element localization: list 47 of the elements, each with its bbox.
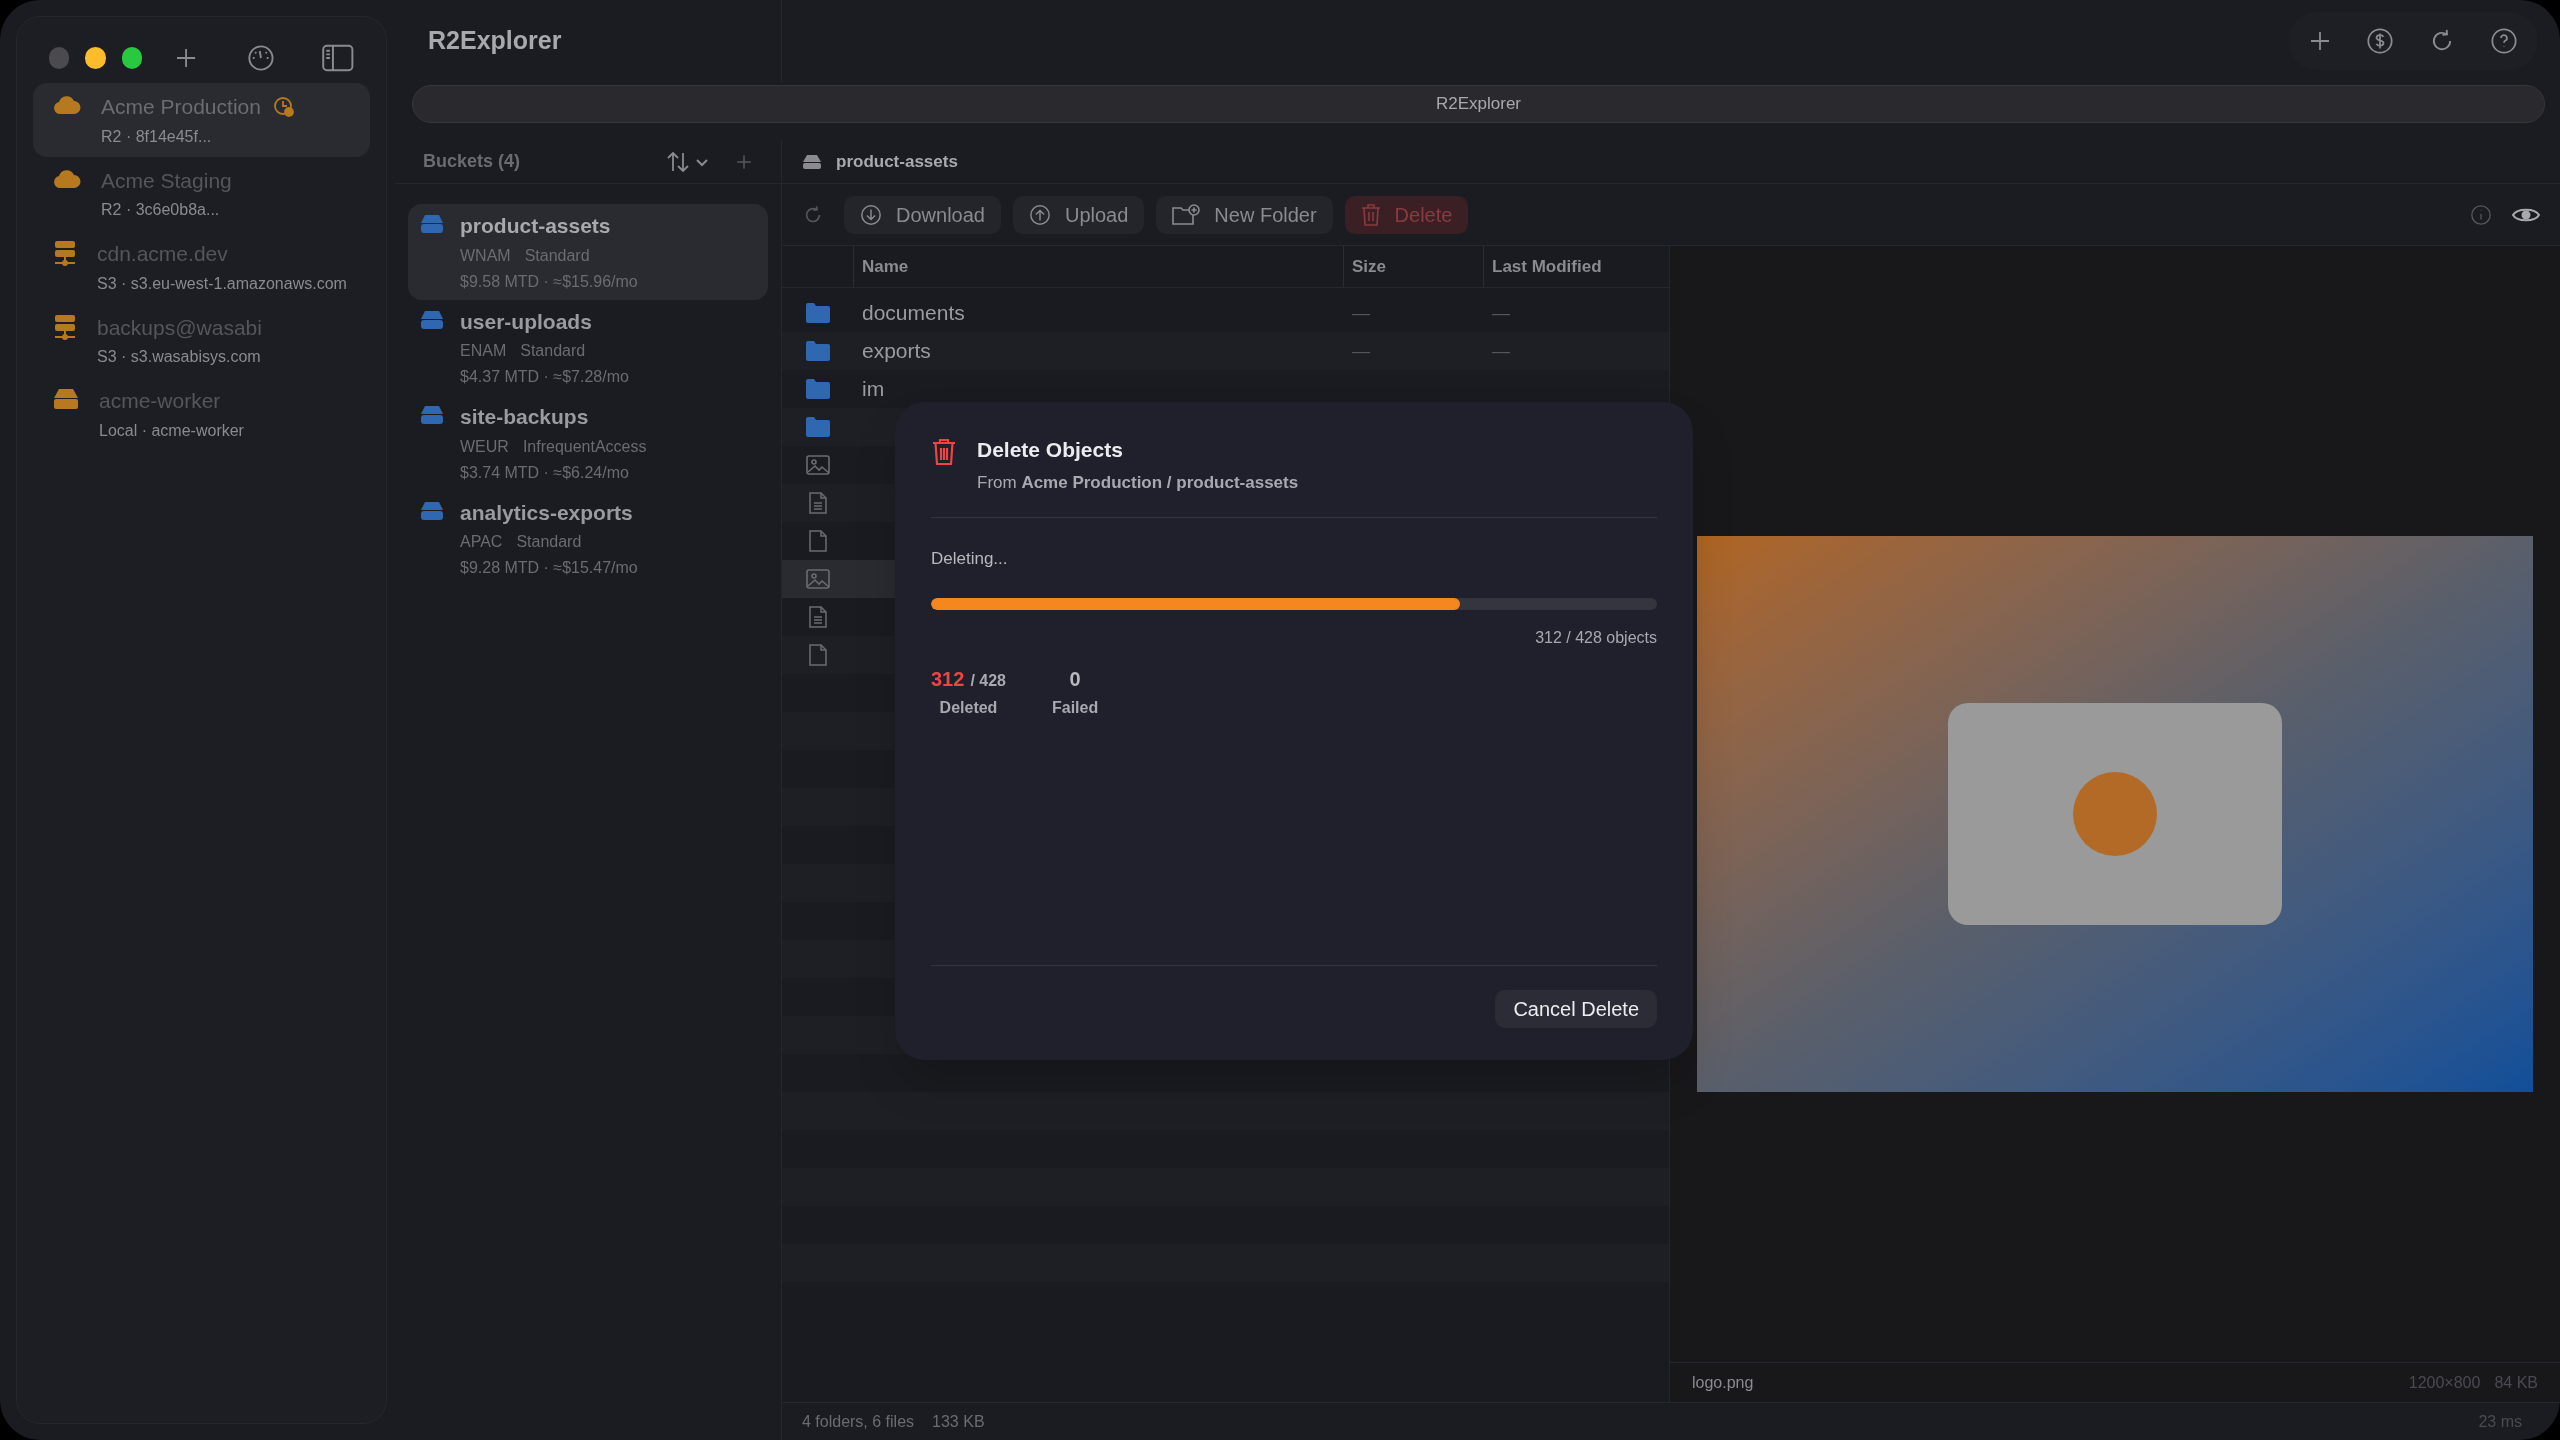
bucket-cost: $4.37 MTD · ≈$7.28/mo — [460, 367, 630, 387]
section-title: Buckets (4) — [423, 150, 521, 173]
account-name: Acme Production — [101, 94, 261, 120]
dialog-title: Delete Objects — [977, 437, 1124, 463]
status-text: Deleting... — [931, 548, 1008, 570]
bucket-name: product-assets — [460, 213, 612, 239]
account-name: acme-worker — [99, 388, 221, 414]
account-detail: R2 · 3c6e0b8a... — [101, 200, 221, 220]
account-name: Acme Staging — [101, 167, 232, 194]
account-name: cdn.acme.dev — [97, 241, 228, 267]
storage-class: InfrequentAccess — [522, 436, 647, 457]
file-size: — — [1352, 302, 1370, 323]
account-detail: Local · acme-worker — [99, 420, 244, 441]
file-name: documents — [862, 301, 965, 325]
account-detail: R2 · 8f14e45f... — [101, 126, 213, 147]
storage-class: Standard — [524, 245, 590, 266]
stat-value: 0 — [1069, 666, 1081, 692]
file-size: — — [1352, 340, 1370, 361]
bucket-name: site-backups — [460, 404, 590, 430]
file-name: logo.png — [1692, 1372, 1754, 1393]
stat-label: Deleted — [939, 697, 998, 718]
account-detail: S3 · s3.wasabisys.com — [97, 347, 262, 367]
storage-class: Standard — [516, 532, 582, 552]
modified-date: — — [1492, 340, 1510, 361]
storage-class: Standard — [520, 341, 586, 361]
bucket-cost: $9.58 MTD · ≈$15.96/mo — [460, 271, 639, 292]
total-size: 133 KB — [932, 1411, 985, 1432]
bucket-cost: $9.28 MTD · ≈$15.47/mo — [460, 558, 639, 578]
bucket-cost: $3.74 MTD · ≈$6.24/mo — [460, 462, 630, 483]
bucket-region: WEUR — [460, 436, 509, 457]
stat-total: / 428 — [970, 670, 1006, 691]
bucket-region: WNAM — [460, 245, 511, 266]
bucket-region: APAC — [460, 532, 503, 552]
stat-label: Failed — [1051, 697, 1099, 718]
item-count: 4 folders, 6 files — [802, 1411, 915, 1432]
bucket-name: analytics-exports — [460, 499, 634, 526]
file-name: im — [862, 377, 885, 401]
dialog-subtitle: From Acme Production / product-assets — [977, 471, 1299, 494]
account-name: backups@wasabi — [97, 314, 262, 341]
modified-date: — — [1492, 302, 1510, 323]
bucket-region: ENAM — [460, 341, 507, 361]
stat-value: 312 — [931, 666, 965, 692]
bucket-name: user-uploads — [460, 308, 593, 335]
account-detail: S3 · s3.eu-west-1.amazonaws.com — [97, 273, 347, 294]
file-name: exports — [862, 339, 931, 363]
window-title: R2Explorer — [428, 25, 562, 57]
progress-count: 312 / 428 objects — [1535, 627, 1657, 648]
